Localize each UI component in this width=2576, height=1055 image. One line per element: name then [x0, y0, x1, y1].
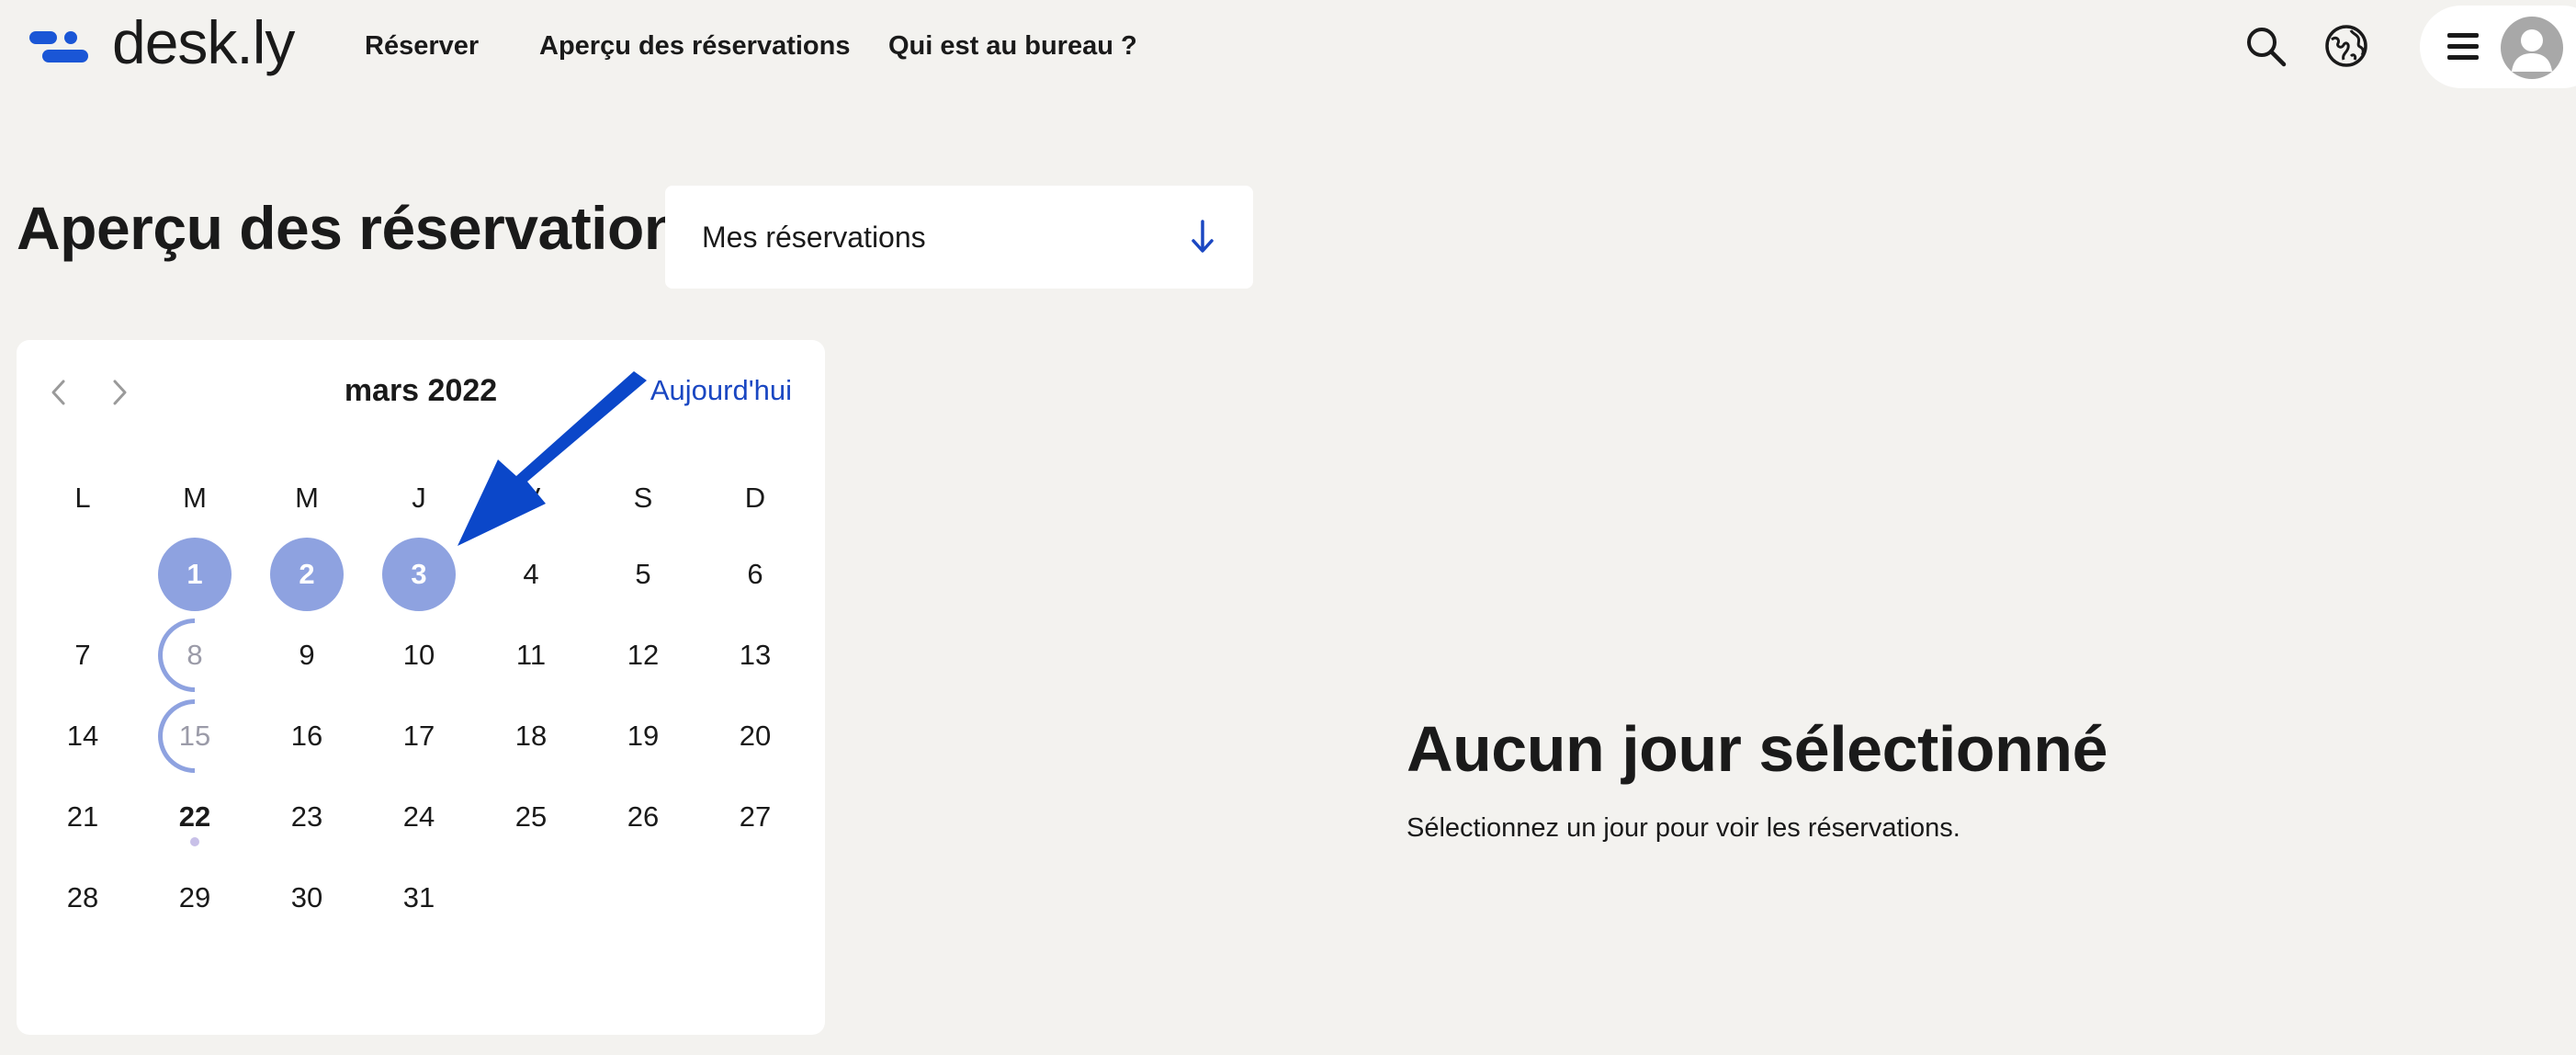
weekday-label: J — [412, 482, 426, 514]
empty-state-subtitle: Sélectionnez un jour pour voir les réser… — [1407, 813, 1960, 843]
user-avatar-icon — [2501, 17, 2563, 79]
empty-state-title: Aucun jour sélectionné — [1407, 713, 2108, 785]
calendar-day[interactable]: 20 — [718, 699, 792, 773]
calendar-day[interactable]: 19 — [606, 699, 680, 773]
calendar-day-booked[interactable]: 2 — [270, 538, 344, 611]
language-button[interactable] — [2319, 18, 2374, 74]
calendar-day[interactable]: 25 — [494, 780, 568, 854]
calendar-day-booked[interactable]: 1 — [158, 538, 232, 611]
calendar-day[interactable]: 17 — [382, 699, 456, 773]
weekday-label: M — [295, 482, 319, 514]
weekday-label: M — [183, 482, 207, 514]
menu-icon — [2447, 31, 2484, 62]
top-bar: desk.ly Réserver Aperçu des réservations… — [0, 0, 2576, 92]
reservation-filter-select[interactable]: Mes réservations — [665, 186, 1253, 289]
calendar-day[interactable]: 26 — [606, 780, 680, 854]
calendar-day[interactable]: 6 — [718, 538, 792, 611]
calendar-day[interactable]: 7 — [46, 618, 119, 692]
profile-menu-button[interactable] — [2420, 6, 2576, 88]
globe-icon — [2325, 25, 2367, 67]
next-month-button[interactable] — [101, 369, 138, 415]
calendar-day[interactable]: 13 — [718, 618, 792, 692]
calendar-day[interactable]: 14 — [46, 699, 119, 773]
reservation-filter-value: Mes réservations — [702, 221, 926, 254]
calendar-day[interactable]: 9 — [270, 618, 344, 692]
calendar-day[interactable]: 28 — [46, 861, 119, 935]
calendar-day[interactable]: 12 — [606, 618, 680, 692]
logo-mark-icon — [29, 28, 103, 64]
calendar: mars 2022 Aujourd'hui LMMJVSD 1234567891… — [17, 340, 825, 1035]
weekday-label: L — [74, 482, 91, 514]
today-indicator-dot — [190, 837, 199, 846]
search-icon — [2247, 28, 2287, 67]
calendar-day[interactable]: 27 — [718, 780, 792, 854]
calendar-day[interactable]: 30 — [270, 861, 344, 935]
calendar-day[interactable]: 4 — [494, 538, 568, 611]
calendar-day[interactable]: 18 — [494, 699, 568, 773]
page-title: Aperçu des réservations — [17, 194, 714, 262]
chevron-right-icon — [113, 380, 127, 405]
calendar-day[interactable]: 21 — [46, 780, 119, 854]
calendar-day[interactable]: 10 — [382, 618, 456, 692]
weekday-label: D — [744, 482, 766, 514]
chevron-left-icon — [51, 380, 65, 405]
calendar-day-half-booked[interactable]: 15 — [158, 699, 232, 773]
nav-reserver[interactable]: Réserver — [365, 0, 479, 92]
calendar-day[interactable]: 23 — [270, 780, 344, 854]
calendar-day-half-booked[interactable]: 8 — [158, 618, 232, 692]
annotation-arrow-icon — [458, 371, 647, 546]
arrow-down-icon — [1192, 220, 1214, 253]
calendar-day[interactable]: 11 — [494, 618, 568, 692]
calendar-day[interactable]: 31 — [382, 861, 456, 935]
prev-month-button[interactable] — [40, 369, 77, 415]
today-button[interactable]: Aujourd'hui — [650, 368, 792, 414]
nav-apercu-reservations[interactable]: Aperçu des réservations — [539, 0, 850, 92]
calendar-day[interactable]: 24 — [382, 780, 456, 854]
calendar-day[interactable]: 5 — [606, 538, 680, 611]
logo[interactable]: desk.ly — [29, 0, 295, 92]
nav-qui-est-au-bureau[interactable]: Qui est au bureau ? — [888, 0, 1137, 92]
calendar-day[interactable]: 29 — [158, 861, 232, 935]
calendar-day[interactable]: 16 — [270, 699, 344, 773]
search-button[interactable] — [2238, 18, 2293, 74]
calendar-day-booked[interactable]: 3 — [382, 538, 456, 611]
logo-text: desk.ly — [112, 8, 295, 76]
